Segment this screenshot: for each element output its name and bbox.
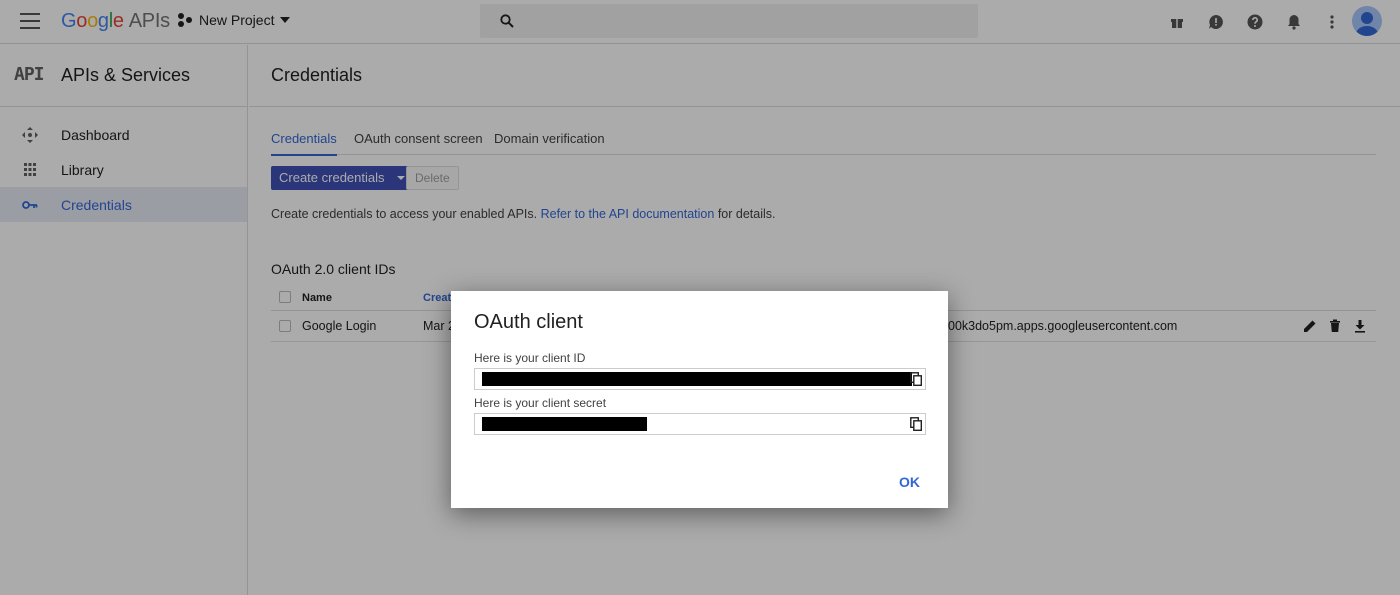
client-id-label: Here is your client ID bbox=[474, 351, 586, 365]
ok-button[interactable]: OK bbox=[899, 474, 920, 490]
client-secret-label: Here is your client secret bbox=[474, 396, 607, 410]
client-id-field[interactable] bbox=[474, 368, 926, 390]
client-secret-field[interactable] bbox=[474, 413, 926, 435]
redacted-client-id bbox=[482, 372, 912, 386]
copy-icon[interactable] bbox=[910, 372, 922, 386]
copy-icon[interactable] bbox=[910, 417, 922, 431]
dialog-title: OAuth client bbox=[474, 311, 583, 333]
redacted-client-secret bbox=[482, 417, 647, 431]
oauth-client-dialog: OAuth client Here is your client ID Here… bbox=[451, 291, 948, 508]
